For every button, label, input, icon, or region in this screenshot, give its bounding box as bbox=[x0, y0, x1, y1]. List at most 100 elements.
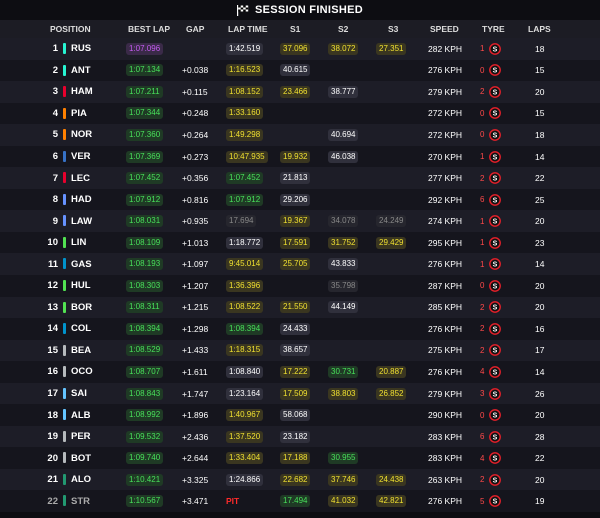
lap-time-cell: 1:33.160 bbox=[226, 107, 264, 120]
table-row[interactable]: 19 PER 1:09.532 +2.436 1:37.520 23.182 2… bbox=[0, 425, 600, 448]
lap-time-cell: 1:08.522 bbox=[226, 301, 264, 314]
team-color-bar bbox=[63, 344, 66, 356]
soft-tyre-icon: S bbox=[489, 236, 502, 249]
s2-cell: 46.038 bbox=[328, 150, 359, 163]
position-cell: 16 bbox=[47, 366, 58, 378]
s1-cell: 17.509 bbox=[280, 387, 311, 400]
speed-cell: 283 KPH bbox=[428, 453, 463, 464]
driver-code: BEA bbox=[71, 344, 92, 356]
table-row[interactable]: 3 HAM 1:07.211 +0.115 1:08.152 23.466 38… bbox=[0, 81, 600, 103]
soft-tyre-icon: S bbox=[489, 409, 502, 421]
driver-code: HAM bbox=[71, 86, 93, 98]
gap-cell: +1.298 bbox=[182, 323, 209, 334]
gap-cell: +1.896 bbox=[182, 410, 209, 421]
best-lap-cell: 1:07.369 bbox=[126, 150, 164, 163]
table-header: POSITION BEST LAP GAP LAP TIME S1 S2 S3 … bbox=[0, 20, 600, 38]
position-cell: 17 bbox=[47, 388, 58, 400]
tyre-cell: 1 S bbox=[480, 232, 502, 254]
soft-tyre-icon: S bbox=[489, 495, 502, 508]
table-row[interactable]: 7 LEC 1:07.452 +0.356 1:07.452 21.813 27… bbox=[0, 167, 600, 189]
soft-tyre-icon: S bbox=[489, 258, 502, 271]
laps-cell: 22 bbox=[535, 453, 545, 464]
header-position: POSITION bbox=[50, 24, 91, 34]
s3-cell: 42.821 bbox=[376, 495, 407, 508]
soft-tyre-icon: S bbox=[489, 473, 502, 486]
best-lap-cell: 1:08.303 bbox=[126, 279, 164, 292]
team-color-bar bbox=[63, 409, 66, 421]
table-row[interactable]: 6 VER 1:07.369 +0.273 10:47.935 19.932 4… bbox=[0, 145, 600, 168]
header-s1: S1 bbox=[290, 24, 301, 34]
table-row[interactable]: 15 BEA 1:08.529 +1.433 1:18.315 38.657 2… bbox=[0, 339, 600, 362]
tyre-cell: 1 S bbox=[480, 146, 502, 168]
table-row[interactable]: 18 ALB 1:08.992 +1.896 1:40.967 58.068 2… bbox=[0, 404, 600, 426]
lap-time-cell: 1:40.967 bbox=[226, 409, 264, 422]
s1-cell: 17.188 bbox=[280, 452, 311, 465]
laps-cell: 18 bbox=[535, 129, 545, 140]
laps-cell: 20 bbox=[535, 410, 545, 421]
s2-cell: 38.072 bbox=[328, 42, 359, 55]
tyre-cell: 0 S bbox=[480, 124, 502, 146]
table-row[interactable]: 14 COL 1:08.394 +1.298 1:08.394 24.433 2… bbox=[0, 318, 600, 340]
speed-cell: 290 KPH bbox=[428, 410, 463, 421]
team-color-bar bbox=[63, 86, 66, 98]
s2-cell: 38.803 bbox=[328, 387, 359, 400]
best-lap-cell: 1:08.394 bbox=[126, 322, 164, 335]
position-cell: 19 bbox=[47, 431, 58, 443]
best-lap-cell: 1:08.193 bbox=[126, 258, 164, 271]
soft-tyre-icon: S bbox=[489, 215, 502, 228]
speed-cell: 277 KPH bbox=[428, 173, 463, 184]
soft-tyre-icon: S bbox=[489, 366, 502, 378]
soft-tyre-icon: S bbox=[489, 344, 502, 357]
table-row[interactable]: 10 LIN 1:08.109 +1.013 1:18.772 17.591 3… bbox=[0, 231, 600, 254]
gap-cell: +1.433 bbox=[182, 345, 209, 356]
laps-cell: 22 bbox=[535, 173, 545, 184]
table-row[interactable]: 4 PIA 1:07.344 +0.248 1:33.160 272 KPH 0… bbox=[0, 102, 600, 125]
speed-cell: 283 KPH bbox=[428, 431, 463, 442]
svg-text:S: S bbox=[493, 68, 498, 75]
s1-cell: 23.466 bbox=[280, 85, 311, 98]
table-row[interactable]: 1 RUS 1:07.096 1:42.519 37.096 38.072 27… bbox=[0, 38, 600, 60]
tyre-cell: 2 S bbox=[480, 297, 502, 319]
s2-cell: 37.746 bbox=[328, 473, 359, 486]
table-row[interactable]: 17 SAI 1:08.843 +1.747 1:23.164 17.509 3… bbox=[0, 382, 600, 405]
table-row[interactable]: 9 LAW 1:08.031 +0.935 17.694 19.367 34.0… bbox=[0, 210, 600, 232]
table-row[interactable]: 13 BOR 1:08.311 +1.215 1:08.522 21.550 4… bbox=[0, 296, 600, 319]
driver-code: PIA bbox=[71, 107, 87, 119]
table-row[interactable]: 12 HUL 1:08.303 +1.207 1:36.396 35.798 2… bbox=[0, 275, 600, 297]
lap-time-cell: 1:24.866 bbox=[226, 473, 264, 486]
gap-cell: +0.935 bbox=[182, 216, 209, 227]
tyre-cell: 2 S bbox=[480, 318, 502, 340]
speed-cell: 287 KPH bbox=[428, 280, 463, 291]
team-color-bar bbox=[63, 430, 66, 442]
table-row[interactable]: 21 ALO 1:10.421 +3.325 1:24.866 22.682 3… bbox=[0, 468, 600, 491]
team-color-bar bbox=[63, 366, 66, 378]
lap-time-cell: 1:37.520 bbox=[226, 430, 264, 443]
team-color-bar bbox=[63, 258, 66, 270]
gap-cell: +1.097 bbox=[182, 259, 209, 270]
best-lap-cell: 1:07.344 bbox=[126, 107, 164, 120]
table-row[interactable]: 8 HAD 1:07.912 +0.816 1:07.912 29.206 29… bbox=[0, 188, 600, 211]
driver-code: HUL bbox=[71, 280, 91, 292]
s1-cell: 22.682 bbox=[280, 473, 311, 486]
tyre-laps: 4 bbox=[480, 453, 485, 463]
svg-text:S: S bbox=[493, 499, 498, 506]
s1-cell: 19.367 bbox=[280, 215, 311, 228]
best-lap-cell: 1:07.360 bbox=[126, 128, 164, 141]
s1-cell: 17.591 bbox=[280, 236, 311, 249]
table-row[interactable]: 5 NOR 1:07.360 +0.264 1:49.298 40.694 27… bbox=[0, 124, 600, 146]
table-row[interactable]: 2 ANT 1:07.134 +0.038 1:16.523 40.615 27… bbox=[0, 59, 600, 82]
table-row[interactable]: 22 STR 1:10.567 +3.471 PIT 17.494 41.032… bbox=[0, 490, 600, 513]
svg-text:S: S bbox=[493, 89, 498, 96]
driver-code: VER bbox=[71, 151, 91, 162]
laps-cell: 20 bbox=[535, 474, 545, 485]
table-row[interactable]: 11 GAS 1:08.193 +1.097 9:45.014 25.705 4… bbox=[0, 253, 600, 276]
best-lap-cell: 1:08.529 bbox=[126, 344, 164, 357]
s1-cell: 21.813 bbox=[280, 172, 311, 185]
team-color-bar bbox=[63, 495, 66, 507]
tyre-cell: 1 S bbox=[480, 253, 502, 275]
table-row[interactable]: 20 BOT 1:09.740 +2.644 1:33.404 17.188 3… bbox=[0, 447, 600, 469]
table-row[interactable]: 16 OCO 1:08.707 +1.611 1:08.840 17.222 3… bbox=[0, 361, 600, 383]
s1-cell: 17.494 bbox=[280, 495, 311, 508]
svg-text:S: S bbox=[493, 434, 498, 441]
tyre-laps: 1 bbox=[480, 152, 485, 161]
